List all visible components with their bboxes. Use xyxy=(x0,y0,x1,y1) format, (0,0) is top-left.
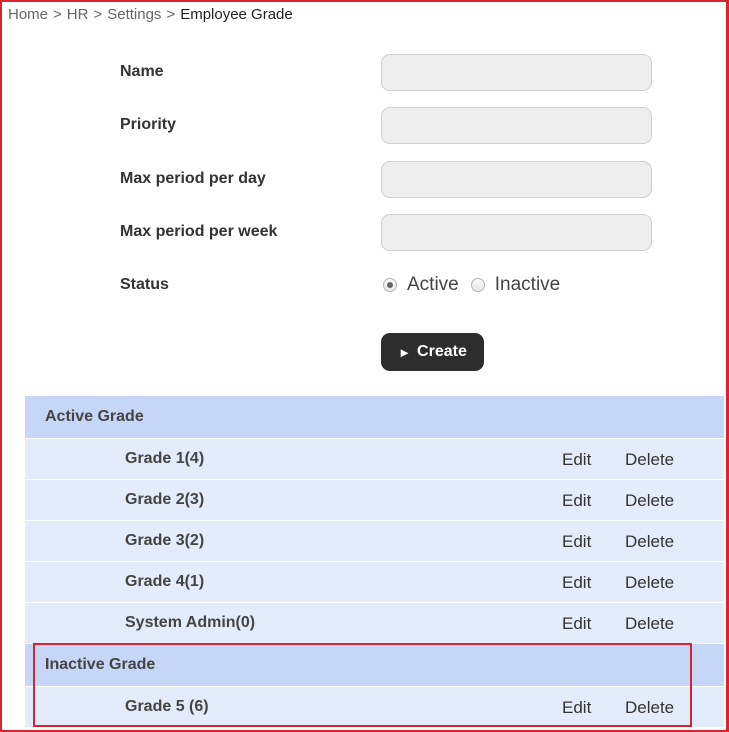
table-row: Grade 2(3) Edit Delete xyxy=(25,479,724,520)
table-row: System Admin(0) Edit Delete xyxy=(25,602,724,643)
grade-name: System Admin(0) xyxy=(125,614,256,631)
status-active-label: Active xyxy=(407,274,459,295)
name-label: Name xyxy=(120,63,164,80)
name-row: Name xyxy=(0,54,729,92)
active-grade-section: Active Grade Grade 1(4) Edit Delete Grade 2… xyxy=(25,396,724,643)
breadcrumb-separator: > xyxy=(53,6,62,23)
edit-link[interactable]: Edit xyxy=(562,614,591,634)
delete-link[interactable]: Delete xyxy=(625,614,674,634)
active-grade-header: Active Grade xyxy=(25,396,724,438)
max-period-week-input[interactable] xyxy=(381,214,652,251)
radio-active[interactable] xyxy=(383,278,397,292)
inactive-grade-header: Inactive Grade xyxy=(25,644,724,686)
edit-link[interactable]: Edit xyxy=(562,450,591,470)
grade-name: Grade 1(4) xyxy=(125,450,205,467)
breadcrumb-separator: > xyxy=(93,6,103,23)
play-icon: ► xyxy=(398,344,412,360)
breadcrumb-current: Employee Grade xyxy=(180,6,293,23)
edit-link[interactable]: Edit xyxy=(562,698,591,718)
max-period-week-row: Max period per week xyxy=(0,214,729,252)
delete-link[interactable]: Delete xyxy=(625,573,674,593)
edit-link[interactable]: Edit xyxy=(562,491,591,511)
grade-name: Grade 2(3) xyxy=(125,491,205,508)
priority-input[interactable] xyxy=(381,107,652,144)
max-period-day-row: Max period per day xyxy=(0,161,729,199)
grade-name: Grade 4(1) xyxy=(125,573,205,590)
max-period-day-label: Max period per day xyxy=(120,170,266,187)
radio-inactive[interactable] xyxy=(470,278,485,292)
delete-link[interactable]: Delete xyxy=(625,491,674,511)
name-input[interactable] xyxy=(381,54,652,91)
status-inactive-option[interactable]: Inactive xyxy=(470,274,561,296)
delete-link[interactable]: Delete xyxy=(625,698,674,718)
priority-label: Priority xyxy=(120,116,177,133)
breadcrumb-home[interactable]: Home xyxy=(8,6,48,23)
delete-link[interactable]: Delete xyxy=(625,450,674,470)
table-row: Grade 1(4) Edit Delete xyxy=(25,438,724,479)
status-active-option[interactable]: Active xyxy=(383,274,459,296)
breadcrumb-settings[interactable]: Settings xyxy=(107,6,161,23)
table-row: Grade 4(1) Edit Delete xyxy=(25,561,724,602)
status-inactive-label: Inactive xyxy=(494,274,561,295)
table-row: Grade 3(2) Edit Delete xyxy=(25,520,724,561)
inactive-grade-section: Inactive Grade Grade 5 (6) Edit Delete xyxy=(25,644,724,727)
edit-link[interactable]: Edit xyxy=(562,532,591,552)
grade-name: Grade 3(2) xyxy=(125,532,205,549)
priority-row: Priority xyxy=(0,107,729,145)
max-period-day-input[interactable] xyxy=(381,161,652,198)
max-period-week-label: Max period per week xyxy=(120,223,278,240)
grade-name: Grade 5 (6) xyxy=(125,698,209,715)
edit-link[interactable]: Edit xyxy=(562,573,591,593)
breadcrumb-hr[interactable]: HR xyxy=(67,6,89,23)
breadcrumb-separator: > xyxy=(166,6,176,23)
breadcrumb: Home > HR > Settings > Employee Grade xyxy=(8,6,293,23)
create-button[interactable]: ► Create xyxy=(381,333,484,371)
status-radio-group: Active Inactive xyxy=(383,271,572,299)
create-button-label: Create xyxy=(417,343,467,360)
status-label: Status xyxy=(120,276,169,293)
table-row: Grade 5 (6) Edit Delete xyxy=(25,686,724,727)
delete-link[interactable]: Delete xyxy=(625,532,674,552)
status-row: Status xyxy=(0,267,729,305)
